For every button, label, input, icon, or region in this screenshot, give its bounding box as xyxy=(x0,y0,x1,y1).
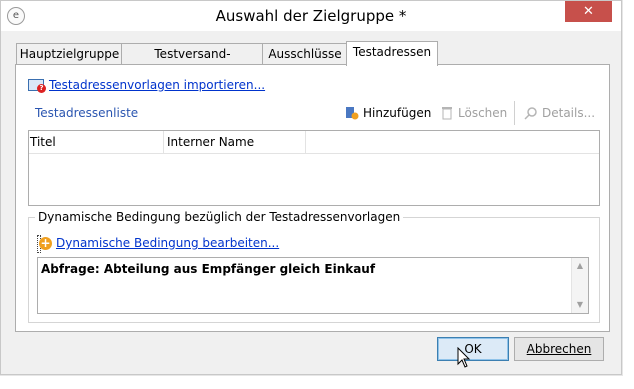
ok-button[interactable]: OK xyxy=(437,337,509,361)
plus-icon: + xyxy=(39,236,52,250)
scroll-up-icon[interactable]: ▲ xyxy=(572,259,588,273)
search-icon xyxy=(524,106,538,120)
toolbar-divider xyxy=(514,101,515,125)
add-button-label: Hinzufügen xyxy=(363,106,432,120)
column-header-title[interactable]: Titel xyxy=(29,131,56,153)
list-title: Testadressenliste xyxy=(35,106,139,120)
close-button[interactable]: ✕ xyxy=(565,1,612,22)
query-scrollbar[interactable]: ▲ ▼ xyxy=(571,258,588,313)
tab-hauptzielgruppe[interactable]: Hauptzielgruppe xyxy=(16,43,123,65)
details-button[interactable]: Details... xyxy=(524,103,595,123)
trash-icon xyxy=(440,106,454,120)
edit-condition-link[interactable]: Dynamische Bedingung bearbeiten... xyxy=(56,236,279,250)
dialog-window: e Auswahl der Zielgruppe * ✕ Hauptzielgr… xyxy=(0,0,622,375)
delete-button-label: Löschen xyxy=(458,106,508,120)
tab-testversand-zielgruppe[interactable]: Testversand-Zielgruppe xyxy=(121,43,264,82)
edit-condition-row[interactable]: + Dynamische Bedingung bearbeiten... xyxy=(37,235,279,253)
tab-testadressen[interactable]: Testadressen xyxy=(346,41,438,66)
title-bar[interactable]: e Auswahl der Zielgruppe * ✕ xyxy=(1,1,621,31)
column-header-internal-name[interactable]: Interner Name xyxy=(166,131,254,153)
query-textarea[interactable]: Abfrage: Abteilung aus Empfänger gleich … xyxy=(37,257,589,314)
tab-panel-testadressen: ? Testadressenvorlagen importieren... Te… xyxy=(15,64,610,332)
add-button[interactable]: Hinzufügen xyxy=(345,103,431,123)
cancel-button[interactable]: Abbrechen xyxy=(514,337,604,361)
window-title: Auswahl der Zielgruppe * xyxy=(215,7,407,25)
list-header: Titel Interner Name xyxy=(29,131,599,154)
column-separator xyxy=(305,131,306,153)
question-badge-icon: ? xyxy=(37,84,46,93)
scroll-down-icon[interactable]: ▼ xyxy=(572,298,588,312)
mouse-cursor-icon xyxy=(457,347,471,368)
dynamic-condition-group: Dynamische Bedingung bezüglich der Testa… xyxy=(28,210,600,323)
query-text: Abfrage: Abteilung aus Empfänger gleich … xyxy=(41,262,376,276)
details-button-label: Details... xyxy=(542,106,596,120)
column-separator xyxy=(163,131,164,153)
dynamic-condition-group-title: Dynamische Bedingung bezüglich der Testa… xyxy=(35,210,404,224)
cancel-button-label: Abbrechen xyxy=(526,342,592,356)
import-templates-link[interactable]: Testadressenvorlagen importieren... xyxy=(49,78,265,92)
add-user-icon xyxy=(345,106,359,120)
delete-button[interactable]: Löschen xyxy=(440,103,507,123)
tab-ausschluesse[interactable]: Ausschlüsse xyxy=(262,43,348,65)
test-address-list[interactable]: Titel Interner Name xyxy=(28,130,600,206)
